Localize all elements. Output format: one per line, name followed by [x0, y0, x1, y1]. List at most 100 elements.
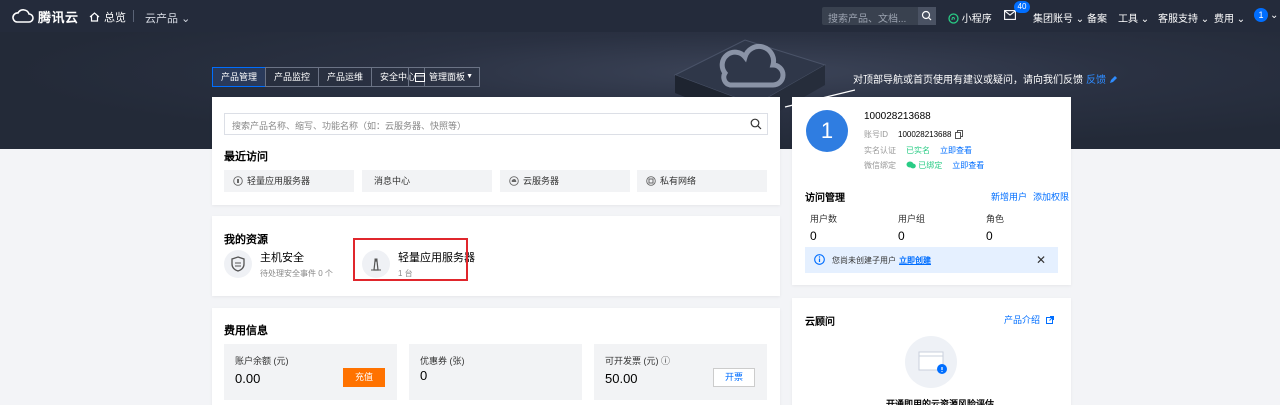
stat-value: 0: [810, 229, 817, 243]
copy-icon[interactable]: [955, 130, 964, 139]
close-icon[interactable]: ✕: [1036, 253, 1046, 267]
account-id-row: 账号ID 100028213688: [864, 129, 964, 140]
create-now-link[interactable]: 立即创建: [899, 256, 931, 265]
access-management-title: 访问管理: [805, 193, 845, 204]
wechat-label: 微信绑定: [864, 161, 896, 170]
wechat-status: 已绑定: [906, 160, 942, 171]
resources-title: 我的资源: [224, 234, 268, 246]
stat-value: 0: [898, 229, 905, 243]
home-icon: [89, 12, 100, 22]
wechat-row: 微信绑定 已绑定 立即查看: [864, 160, 984, 171]
pencil-icon[interactable]: [1109, 75, 1118, 84]
tab-product-monitoring[interactable]: 产品监控: [265, 67, 320, 87]
balance-value: 0.00: [235, 371, 261, 386]
recent-item-vpc[interactable]: 私有网络: [637, 170, 767, 192]
recent-item-label: 私有网络: [660, 176, 697, 186]
info-icon: [814, 254, 825, 265]
access-links: 新增用户 添加权限: [991, 190, 1069, 203]
chevron-down-icon: ⌄: [1075, 14, 1085, 25]
coupon-label: 优惠券 (张): [420, 356, 465, 366]
stat-roles[interactable]: 角色 0: [986, 212, 1004, 243]
recent-item-messages[interactable]: 消息中心: [362, 170, 492, 192]
account-id-value: 100028213688: [898, 130, 952, 139]
coupon-value: 0: [420, 368, 428, 383]
realname-status: 已实名: [906, 146, 930, 155]
chevron-down-icon: ⌄: [1140, 14, 1150, 25]
search-placeholder: 搜索产品、文档...: [828, 14, 907, 25]
beian-link[interactable]: 备案: [1087, 10, 1107, 25]
product-search-input[interactable]: 搜索产品名称、缩写、功能名称（如：云服务器、快照等）: [224, 113, 768, 135]
search-icon[interactable]: [750, 118, 762, 130]
shield-icon: [224, 250, 252, 278]
resource-host-security[interactable]: 主机安全 待处理安全事件 0 个: [224, 249, 333, 279]
wechat-icon: [906, 161, 916, 169]
tab-product-management[interactable]: 产品管理: [212, 67, 267, 87]
vpc-icon: [646, 176, 656, 186]
realname-view-link[interactable]: 立即查看: [940, 145, 972, 156]
dashboard-label: 管理面板: [429, 72, 466, 82]
invoice-value: 50.00: [605, 371, 638, 386]
recharge-button[interactable]: 充值: [343, 368, 385, 387]
tab-product-ops[interactable]: 产品运维: [318, 67, 373, 87]
feedback-link[interactable]: 反馈: [1086, 75, 1106, 86]
resource-name: 主机安全: [260, 252, 304, 264]
stat-users[interactable]: 用户数 0: [810, 212, 837, 243]
product-intro-link[interactable]: 产品介绍: [1004, 313, 1054, 326]
realname-label: 实名认证: [864, 146, 896, 155]
mail-icon: [1004, 10, 1016, 20]
message-link[interactable]: [1004, 10, 1016, 23]
advisor-illustration: [905, 336, 957, 388]
mini-program-icon: [948, 13, 959, 24]
subuser-info-bar: 您尚未创建子用户 立即创建 ✕: [805, 247, 1058, 273]
account-id-title: 100028213688: [864, 111, 931, 122]
support-menu[interactable]: 客服支持 ⌄: [1158, 10, 1209, 25]
tools-label: 工具: [1118, 14, 1138, 25]
cloud-logo-icon: [12, 9, 34, 23]
home-link[interactable]: 总览: [89, 9, 126, 25]
add-user-link[interactable]: 新增用户: [991, 190, 1027, 203]
stat-value: 0: [986, 229, 993, 243]
user-avatar[interactable]: 1: [1254, 8, 1268, 22]
stat-groups[interactable]: 用户组 0: [898, 212, 925, 243]
info-text: 您尚未创建子用户 立即创建: [832, 255, 931, 266]
highlight-box: [353, 238, 468, 281]
recent-item-label: 消息中心: [374, 176, 411, 186]
fees-title: 费用信息: [224, 325, 268, 337]
balance-box: 账户余额 (元) 0.00 充值: [224, 344, 397, 400]
global-search-input[interactable]: 搜索产品、文档...: [822, 7, 936, 25]
dashboard-dropdown[interactable]: 管理面板 ▼: [408, 67, 480, 87]
wechat-view-link[interactable]: 立即查看: [952, 160, 984, 171]
feedback-banner: 对顶部导航或首页使用有建议或疑问，请向我们反馈 反馈: [853, 71, 1118, 86]
tools-menu[interactable]: 工具 ⌄: [1118, 10, 1149, 25]
chevron-down-icon: ⌄: [1200, 14, 1210, 25]
cvm-icon: [509, 176, 519, 186]
account-avatar[interactable]: 1: [806, 110, 848, 152]
add-permission-link[interactable]: 添加权限: [1033, 190, 1069, 203]
mini-program-link[interactable]: 小程序: [948, 10, 992, 25]
chevron-down-icon: ⌄: [181, 13, 191, 25]
wechat-status-text: 已绑定: [918, 161, 943, 170]
invoice-label: 可开发票 (元) ⓘ: [605, 356, 670, 366]
products-menu[interactable]: 云产品 ⌄: [145, 10, 190, 26]
fees-menu[interactable]: 费用 ⌄: [1214, 10, 1245, 25]
recent-item-label: 云服务器: [523, 176, 560, 186]
search-button[interactable]: [918, 7, 936, 25]
group-account-label: 集团账号: [1033, 14, 1073, 25]
info-message: 您尚未创建子用户: [832, 256, 896, 265]
fees-label: 费用: [1214, 14, 1234, 25]
invoice-box: 可开发票 (元) ⓘ 50.00 开票: [594, 344, 767, 400]
recent-item-cvm[interactable]: 云服务器: [500, 170, 630, 192]
search-icon: [921, 10, 932, 21]
home-label: 总览: [104, 12, 126, 24]
balance-label: 账户余额 (元): [235, 356, 289, 366]
lighthouse-icon: [233, 176, 243, 186]
product-tabs: 产品管理 产品监控 产品运维 安全中心: [212, 67, 426, 87]
invoice-button[interactable]: 开票: [713, 368, 755, 387]
chevron-down-icon[interactable]: ⌄: [1270, 10, 1278, 21]
tencent-cloud-logo[interactable]: 腾讯云: [12, 7, 79, 25]
group-account-menu[interactable]: 集团账号 ⌄: [1033, 10, 1084, 25]
coupon-box: 优惠券 (张) 0: [409, 344, 582, 400]
advisor-title: 云顾问: [805, 317, 835, 328]
products-label: 云产品: [145, 13, 178, 25]
recent-item-lighthouse[interactable]: 轻量应用服务器: [224, 170, 354, 192]
